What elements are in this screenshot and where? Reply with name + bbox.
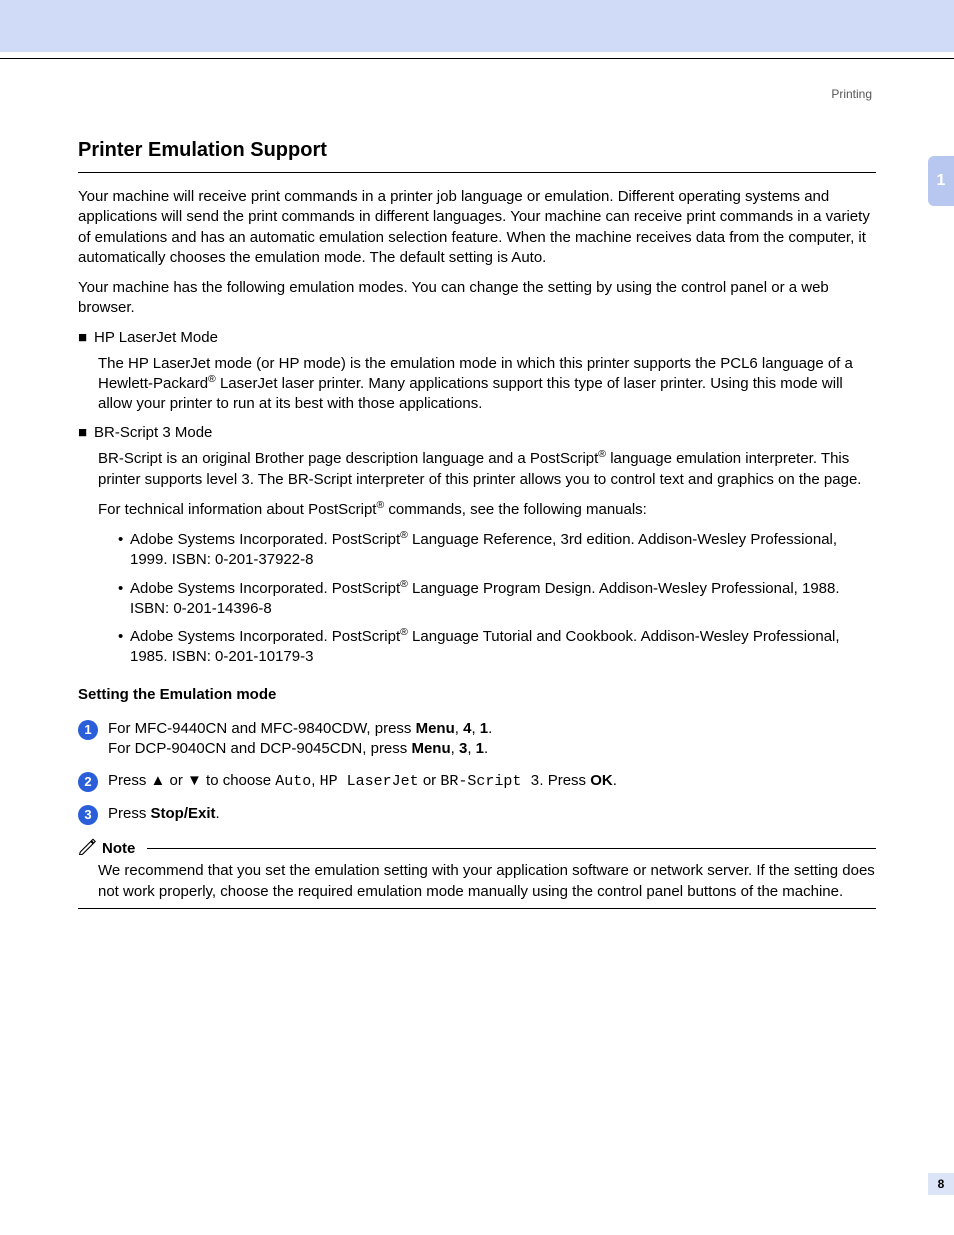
note-block: Note We recommend that you set the emula… — [78, 837, 876, 909]
text: . — [484, 740, 488, 757]
ref-pre: Adobe Systems Incorporated. PostScript — [130, 531, 400, 548]
section-header: Printing — [78, 87, 872, 101]
key-menu: Menu — [416, 720, 455, 737]
text: . — [488, 720, 492, 737]
step-2-body: Press ▲ or ▼ to choose Auto, HP LaserJet… — [108, 771, 876, 792]
chapter-tab: 1 — [928, 156, 954, 206]
note-rule — [147, 848, 876, 849]
text: Press ▲ or ▼ to choose — [108, 772, 275, 789]
text: or — [419, 772, 441, 789]
note-rule-bottom — [78, 908, 876, 909]
mode-hp-title: HP LaserJet Mode — [94, 329, 218, 346]
note-label: Note — [102, 840, 135, 857]
text: , — [467, 740, 475, 757]
key-1: 1 — [476, 740, 484, 757]
registered-icon: ® — [400, 626, 408, 638]
intro-paragraph-1: Your machine will receive print commands… — [78, 187, 876, 268]
page-number: 8 — [928, 1173, 954, 1195]
page-title: Printer Emulation Support — [78, 139, 876, 162]
key-stop-exit: Stop/Exit — [151, 805, 216, 822]
mode-br-body-pre: BR-Script is an original Brother page de… — [98, 450, 598, 467]
option-br: BR-Script 3 — [440, 773, 539, 790]
top-bar — [0, 0, 954, 52]
step-3-body: Press Stop/Exit. — [108, 804, 876, 825]
key-1: 1 — [480, 720, 488, 737]
note-header: Note — [78, 837, 876, 859]
step-1: 1 For MFC-9440CN and MFC-9840CDW, press … — [78, 719, 876, 760]
step-1-body: For MFC-9440CN and MFC-9840CDW, press Me… — [108, 719, 876, 760]
ref-pre: Adobe Systems Incorporated. PostScript — [130, 580, 400, 597]
text: , — [471, 720, 479, 737]
reference-list: Adobe Systems Incorporated. PostScript® … — [118, 530, 876, 668]
square-bullet-icon: ■ — [78, 424, 94, 441]
text: , — [451, 740, 459, 757]
step-number-icon: 1 — [78, 720, 98, 740]
key-ok: OK — [590, 772, 613, 789]
subheading: Setting the Emulation mode — [78, 686, 876, 703]
note-body: We recommend that you set the emulation … — [98, 861, 876, 902]
text: Press — [108, 805, 151, 822]
mode-br-tech-pre: For technical information about PostScri… — [98, 501, 376, 518]
intro-paragraph-2: Your machine has the following emulation… — [78, 278, 876, 319]
step-2: 2 Press ▲ or ▼ to choose Auto, HP LaserJ… — [78, 771, 876, 792]
text: . Press — [539, 772, 590, 789]
reference-item: Adobe Systems Incorporated. PostScript® … — [118, 530, 876, 571]
registered-icon: ® — [400, 529, 408, 541]
reference-item: Adobe Systems Incorporated. PostScript® … — [118, 627, 876, 668]
reference-item: Adobe Systems Incorporated. PostScript® … — [118, 579, 876, 620]
registered-icon: ® — [208, 373, 216, 385]
step-number-icon: 3 — [78, 805, 98, 825]
text: . — [613, 772, 617, 789]
registered-icon: ® — [598, 448, 606, 460]
mode-br-tech: For technical information about PostScri… — [98, 500, 876, 520]
mode-br-title: BR-Script 3 Mode — [94, 424, 212, 441]
mode-hp: ■HP LaserJet Mode — [78, 329, 876, 346]
title-underline — [78, 172, 876, 173]
page-content: Printing Printer Emulation Support Your … — [0, 59, 954, 909]
step-3: 3 Press Stop/Exit. — [78, 804, 876, 825]
text: . — [216, 805, 220, 822]
option-auto: Auto — [275, 773, 311, 790]
text: For DCP-9040CN and DCP-9045CDN, press — [108, 740, 411, 757]
mode-br: ■BR-Script 3 Mode — [78, 424, 876, 441]
option-hp: HP LaserJet — [320, 773, 419, 790]
mode-br-body: BR-Script is an original Brother page de… — [98, 449, 876, 490]
text: , — [311, 772, 319, 789]
step-number-icon: 2 — [78, 772, 98, 792]
square-bullet-icon: ■ — [78, 329, 94, 346]
note-icon — [78, 837, 96, 859]
registered-icon: ® — [400, 578, 408, 590]
mode-br-tech-post: commands, see the following manuals: — [384, 501, 647, 518]
key-menu: Menu — [411, 740, 450, 757]
mode-hp-body: The HP LaserJet mode (or HP mode) is the… — [98, 354, 876, 415]
text: For MFC-9440CN and MFC-9840CDW, press — [108, 720, 416, 737]
text: , — [455, 720, 463, 737]
ref-pre: Adobe Systems Incorporated. PostScript — [130, 628, 400, 645]
